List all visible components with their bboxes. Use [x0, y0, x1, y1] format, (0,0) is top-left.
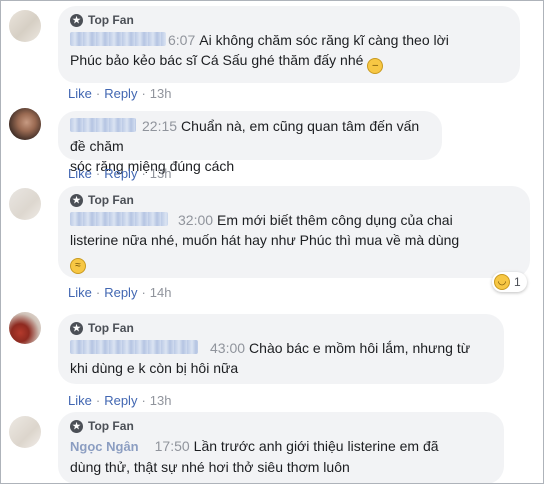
comment-text: Ai không chăm sóc răng kĩ càng theo lời [199, 32, 449, 48]
comment-time: 17:50 [154, 438, 190, 454]
commenter-name[interactable] [70, 212, 168, 226]
top-fan-label: Top Fan [88, 193, 134, 207]
comment-time: 43:00 [210, 340, 246, 356]
like-link[interactable]: Like [68, 166, 92, 181]
comment-actions: Like · Reply · 14h [68, 285, 172, 301]
separator-dot: · [141, 166, 146, 181]
comment-actions: Like · Reply · 13h [68, 166, 172, 182]
comment-bubble: ★ Top Fan 6:07 Ai không chăm sóc răng kĩ … [58, 6, 520, 83]
commenter-name[interactable] [70, 118, 136, 132]
comment-text: Em mới biết thêm công dụng của chai [217, 212, 453, 228]
separator-dot: · [95, 166, 101, 181]
comment-text: khi dùng e k còn bị hôi nữa [70, 360, 239, 376]
comment-bubble: 22:15 Chuẩn nà, em cũng quan tâm đến vấn … [58, 111, 442, 174]
commenter-name[interactable]: Ngọc Ngân [70, 439, 139, 454]
comment-bubble: ★ Top Fan Ngọc Ngân 17:50 Lần trước anh gi… [58, 412, 504, 484]
separator-dot: · [141, 86, 146, 101]
star-icon: ★ [70, 13, 83, 27]
reply-link[interactable]: Reply [104, 86, 137, 101]
commenter-name[interactable] [70, 32, 166, 46]
comment-time: 22:15 [142, 118, 178, 134]
top-fan-label: Top Fan [88, 419, 134, 433]
avatar[interactable] [9, 188, 41, 220]
star-icon: ★ [70, 419, 83, 433]
avatar[interactable] [9, 108, 41, 140]
comment-actions: Like · Reply · 13h [68, 393, 172, 409]
top-fan-badge: ★ Top Fan [70, 320, 492, 336]
haha-reaction-icon: ◡ [494, 274, 510, 290]
comment-text: listerine nữa nhé, muốn hát hay như Phúc… [70, 232, 460, 248]
separator-dot: · [95, 86, 101, 101]
star-icon: ★ [70, 193, 83, 207]
comment-text: Chào bác e mồm hôi lắm, nhưng từ [249, 340, 471, 356]
rofl-emoji-icon: ≈ [70, 258, 86, 274]
separator-dot: · [141, 393, 146, 408]
comment-bubble: ★ Top Fan 43:00 Chào bác e mồm hôi lắm, n… [58, 314, 504, 384]
separator-dot: · [141, 285, 146, 300]
top-fan-label: Top Fan [88, 13, 134, 27]
reaction-count: 1 [514, 275, 521, 289]
like-link[interactable]: Like [68, 393, 92, 408]
expressionless-emoji-icon: – [367, 58, 384, 74]
avatar[interactable] [9, 416, 41, 448]
avatar[interactable] [9, 10, 41, 42]
like-link[interactable]: Like [68, 86, 92, 101]
comment-age[interactable]: 13h [150, 166, 172, 181]
comment-age[interactable]: 14h [150, 285, 172, 300]
comment-actions: Like · Reply · 13h [68, 86, 172, 102]
top-fan-badge: ★ Top Fan [70, 12, 508, 28]
top-fan-badge: ★ Top Fan [70, 192, 518, 208]
reply-link[interactable]: Reply [104, 166, 137, 181]
top-fan-badge: ★ Top Fan [70, 418, 492, 434]
reply-link[interactable]: Reply [104, 393, 137, 408]
comment-text: Phúc bảo kẻo bác sĩ Cá Sấu ghé thăm đấy … [70, 52, 364, 68]
comment-time: 32:00 [178, 212, 214, 228]
commenter-name[interactable] [70, 340, 198, 354]
comment-age[interactable]: 13h [150, 86, 172, 101]
reaction-summary[interactable]: ◡ 1 [492, 272, 527, 292]
top-fan-label: Top Fan [88, 321, 134, 335]
comment-bubble: ★ Top Fan 32:00 Em mới biết thêm công dụn… [58, 186, 530, 278]
comment-text: dùng thử, thật sự nhé hơi thở siêu thơm … [70, 459, 350, 475]
comment-text: Lần trước anh giới thiệu listerine em đã [193, 438, 439, 454]
star-icon: ★ [70, 321, 83, 335]
separator-dot: · [95, 393, 101, 408]
separator-dot: · [95, 285, 101, 300]
comment-age[interactable]: 13h [150, 393, 172, 408]
comment-time: 6:07 [168, 32, 196, 48]
reply-link[interactable]: Reply [104, 285, 137, 300]
avatar[interactable] [9, 312, 41, 344]
like-link[interactable]: Like [68, 285, 92, 300]
